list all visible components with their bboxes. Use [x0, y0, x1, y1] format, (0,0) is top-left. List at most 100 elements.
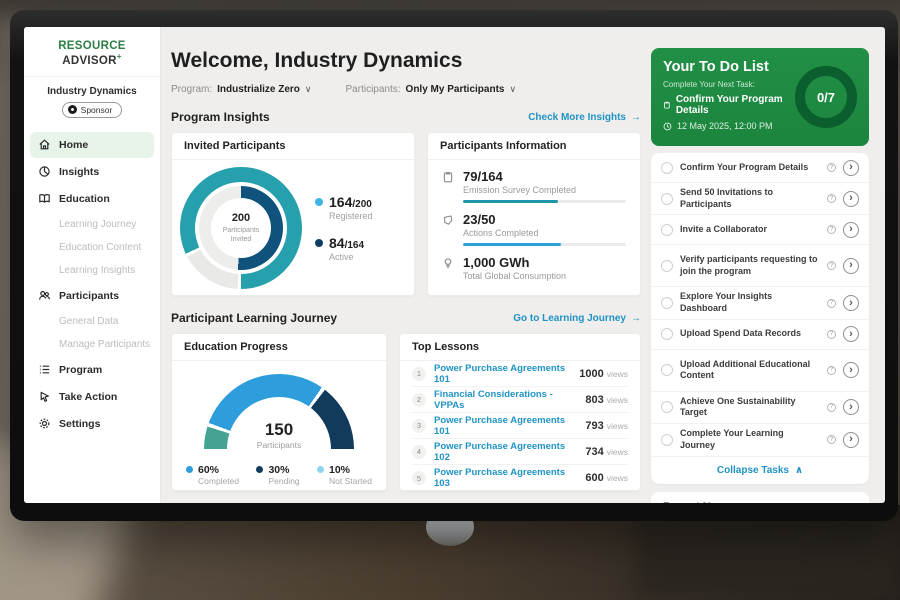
task-open-button[interactable]: › — [843, 326, 859, 342]
participants-information-card: Participants Information 79/164 Emission… — [427, 132, 641, 296]
lesson-rank: 1 — [412, 367, 426, 381]
lesson-title-link[interactable]: Financial Considerations - VPPAs — [434, 389, 577, 411]
section-title: Participant Learning Journey — [171, 311, 337, 325]
program-insights-header: Program Insights Check More Insights → — [171, 110, 641, 124]
info-icon: ? — [827, 163, 836, 172]
task-row[interactable]: Send 50 Invitations to Participants ? › — [651, 183, 869, 215]
task-open-button[interactable]: › — [843, 295, 859, 311]
task-checkbox[interactable] — [661, 401, 673, 413]
lesson-title-link[interactable]: Power Purchase Agreements 103 — [434, 467, 577, 489]
sidebar-item-label: Education — [59, 193, 110, 205]
sidebar-item-manage-participants[interactable]: Manage Participants — [30, 333, 154, 356]
sidebar-item-participants[interactable]: Participants — [30, 283, 154, 309]
task-checkbox[interactable] — [661, 364, 673, 376]
task-row[interactable]: Upload Spend Data Records ? › — [651, 320, 869, 350]
actions-completed-row: 23/50 Actions Completed — [442, 212, 626, 246]
sidebar-item-label: Learning Journey — [59, 219, 136, 230]
chevron-right-icon: › — [849, 259, 853, 271]
sidebar-item-label: Insights — [59, 166, 99, 178]
metric-label: Emission Survey Completed — [463, 185, 626, 195]
task-checkbox[interactable] — [661, 434, 673, 446]
chevron-right-icon: › — [849, 401, 853, 413]
todo-progress-ring: 0/7 — [795, 66, 857, 128]
lesson-title-link[interactable]: Power Purchase Agreements 101 — [434, 415, 577, 437]
legend-item-not-started: 10%Not Started — [317, 464, 372, 486]
task-open-button[interactable]: › — [843, 432, 859, 448]
info-icon: ? — [827, 403, 836, 412]
task-row[interactable]: Explore Your Insights Dashboard ? › — [651, 287, 869, 319]
task-open-button[interactable]: › — [843, 362, 859, 378]
sidebar-item-education[interactable]: Education — [30, 186, 154, 212]
task-row[interactable]: Invite a Collaborator ? › — [651, 215, 869, 245]
sidebar-item-home[interactable]: Home — [30, 132, 154, 158]
task-row[interactable]: Complete Your Learning Journey ? › — [651, 424, 869, 456]
sidebar-item-learning-insights[interactable]: Learning Insights — [30, 259, 154, 282]
sidebar-item-take-action[interactable]: Take Action — [30, 384, 154, 410]
lesson-row[interactable]: 1 Power Purchase Agreements 101 1000view… — [412, 361, 628, 387]
program-filter-label: Program: — [171, 84, 212, 95]
task-checkbox[interactable] — [661, 193, 673, 205]
invited-participants-body: 200 Participants Invited 164/200 Registe… — [172, 160, 414, 296]
lesson-title-link[interactable]: Power Purchase Agreements 101 — [434, 363, 571, 385]
lesson-row[interactable]: 4 Power Purchase Agreements 102 734views — [412, 439, 628, 465]
task-checkbox[interactable] — [661, 162, 673, 174]
task-checkbox[interactable] — [661, 297, 673, 309]
task-checkbox[interactable] — [661, 260, 673, 272]
sidebar-item-learning-journey[interactable]: Learning Journey — [30, 213, 154, 236]
task-open-button[interactable]: › — [843, 222, 859, 238]
task-checkbox[interactable] — [661, 328, 673, 340]
task-label: Complete Your Learning Journey — [680, 428, 820, 451]
monitor-bezel: RESOURCE ADVISOR+ Industry Dynamics Spon… — [10, 10, 898, 521]
settings-icon — [38, 417, 51, 430]
task-open-button[interactable]: › — [843, 258, 859, 274]
sidebar-item-insights[interactable]: Insights — [30, 159, 154, 185]
task-row[interactable]: Confirm Your Program Details ? › — [651, 153, 869, 183]
sidebar-item-settings[interactable]: Settings — [30, 411, 154, 437]
todo-hero-card: Your To Do List Complete Your Next Task:… — [651, 48, 869, 146]
chevron-right-icon: › — [849, 328, 853, 340]
task-open-button[interactable]: › — [843, 191, 859, 207]
task-row[interactable]: Verify participants requesting to join t… — [651, 245, 869, 287]
legend-dot — [315, 239, 323, 247]
task-row[interactable]: Upload Additional Educational Content ? … — [651, 350, 869, 392]
legend-dot — [317, 466, 324, 473]
task-open-button[interactable]: › — [843, 399, 859, 415]
lesson-row[interactable]: 5 Power Purchase Agreements 103 600views — [412, 465, 628, 491]
sidebar-item-label: Manage Participants — [59, 339, 150, 350]
info-icon: ? — [827, 194, 836, 203]
check-more-insights-link[interactable]: Check More Insights → — [528, 112, 641, 123]
sponsor-badge[interactable]: Sponsor — [62, 102, 123, 118]
card-title: Top Lessons — [400, 334, 640, 361]
filters-row: Program: Industrialize Zero ∨ Participan… — [171, 84, 641, 95]
task-open-button[interactable]: › — [843, 160, 859, 176]
metric-value: 23/50 — [463, 212, 626, 227]
sidebar-item-program[interactable]: Program — [30, 357, 154, 383]
background-dark-patch — [635, 515, 900, 600]
task-row[interactable]: Achieve One Sustainability Target ? › — [651, 392, 869, 424]
participants-filter[interactable]: Participants: Only My Participants ∨ — [346, 84, 517, 95]
lesson-rank: 4 — [412, 445, 426, 459]
todo-datetime-label: 12 May 2025, 12:00 PM — [677, 121, 773, 131]
lesson-row[interactable]: 2 Financial Considerations - VPPAs 803vi… — [412, 387, 628, 413]
survey-icon — [442, 171, 454, 183]
lesson-rank: 5 — [412, 471, 426, 485]
lesson-row[interactable]: 3 Power Purchase Agreements 101 793views — [412, 413, 628, 439]
task-checkbox[interactable] — [661, 224, 673, 236]
chevron-right-icon: › — [849, 364, 853, 376]
lesson-title-link[interactable]: Power Purchase Agreements 102 — [434, 441, 577, 463]
collapse-tasks-link[interactable]: Collapse Tasks ∧ — [651, 457, 869, 484]
insights-icon — [38, 165, 51, 178]
recent-news-title: Recent News — [663, 501, 857, 504]
todo-progress-value: 0/7 — [817, 90, 835, 105]
program-filter-value: Industrialize Zero — [217, 84, 300, 95]
views-suffix: views — [607, 395, 628, 405]
metric-label: Total Global Consumption — [463, 271, 626, 281]
sidebar-item-general-data[interactable]: General Data — [30, 310, 154, 333]
sidebar-item-education-content[interactable]: Education Content — [30, 236, 154, 259]
participants-icon — [38, 289, 51, 302]
program-filter[interactable]: Program: Industrialize Zero ∨ — [171, 84, 312, 95]
metric-value: 79/164 — [463, 169, 626, 184]
go-to-learning-journey-link[interactable]: Go to Learning Journey → — [513, 313, 641, 324]
chevron-up-icon: ∧ — [795, 465, 803, 476]
task-label: Confirm Your Program Details — [680, 162, 820, 174]
